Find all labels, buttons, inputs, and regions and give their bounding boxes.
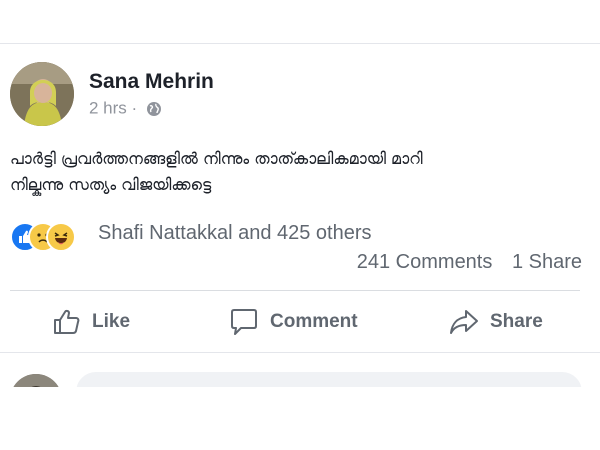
author-avatar[interactable] <box>10 62 74 126</box>
haha-icon <box>46 222 76 252</box>
comment-bubble-icon <box>231 309 257 335</box>
like-button[interactable]: Like <box>52 305 130 339</box>
author-name[interactable]: Sana Mehrin <box>89 70 214 94</box>
reaction-summary[interactable]: Shafi Nattakkal and 425 others <box>98 222 372 245</box>
comments-count[interactable]: 241 Comments <box>357 251 493 273</box>
page-bottom-blank <box>0 387 600 450</box>
meta-separator: · <box>131 98 138 118</box>
like-label: Like <box>92 311 131 332</box>
comment-label: Comment <box>270 311 358 332</box>
post-bottom-divider <box>0 352 600 353</box>
thumbs-up-icon <box>54 309 80 334</box>
post-body: പാർട്ടി പ്രവർത്തനങ്ങളിൽ നിന്നും താത്കാലി… <box>10 146 590 198</box>
share-button[interactable]: Share <box>448 305 543 339</box>
comment-button[interactable]: Comment <box>228 305 358 339</box>
post-text-line: നില്കുന്നു സത്യം വിജയിക്കട്ടെ <box>10 175 212 194</box>
engagement-counts: 241 Comments 1 Share <box>357 251 582 274</box>
globe-icon[interactable] <box>146 101 162 117</box>
share-arrow-icon <box>450 310 478 334</box>
shares-count[interactable]: 1 Share <box>512 251 582 273</box>
share-label: Share <box>490 311 543 332</box>
avatar-photo <box>10 62 74 126</box>
post-text-line: പാർട്ടി പ്രവർത്തനങ്ങളിൽ നിന്നും താത്കാലി… <box>10 149 423 168</box>
post-time[interactable]: 2 hrs <box>89 99 127 118</box>
post-meta: 2 hrs · <box>89 98 162 119</box>
actions-divider <box>10 290 580 291</box>
top-divider <box>0 43 600 44</box>
